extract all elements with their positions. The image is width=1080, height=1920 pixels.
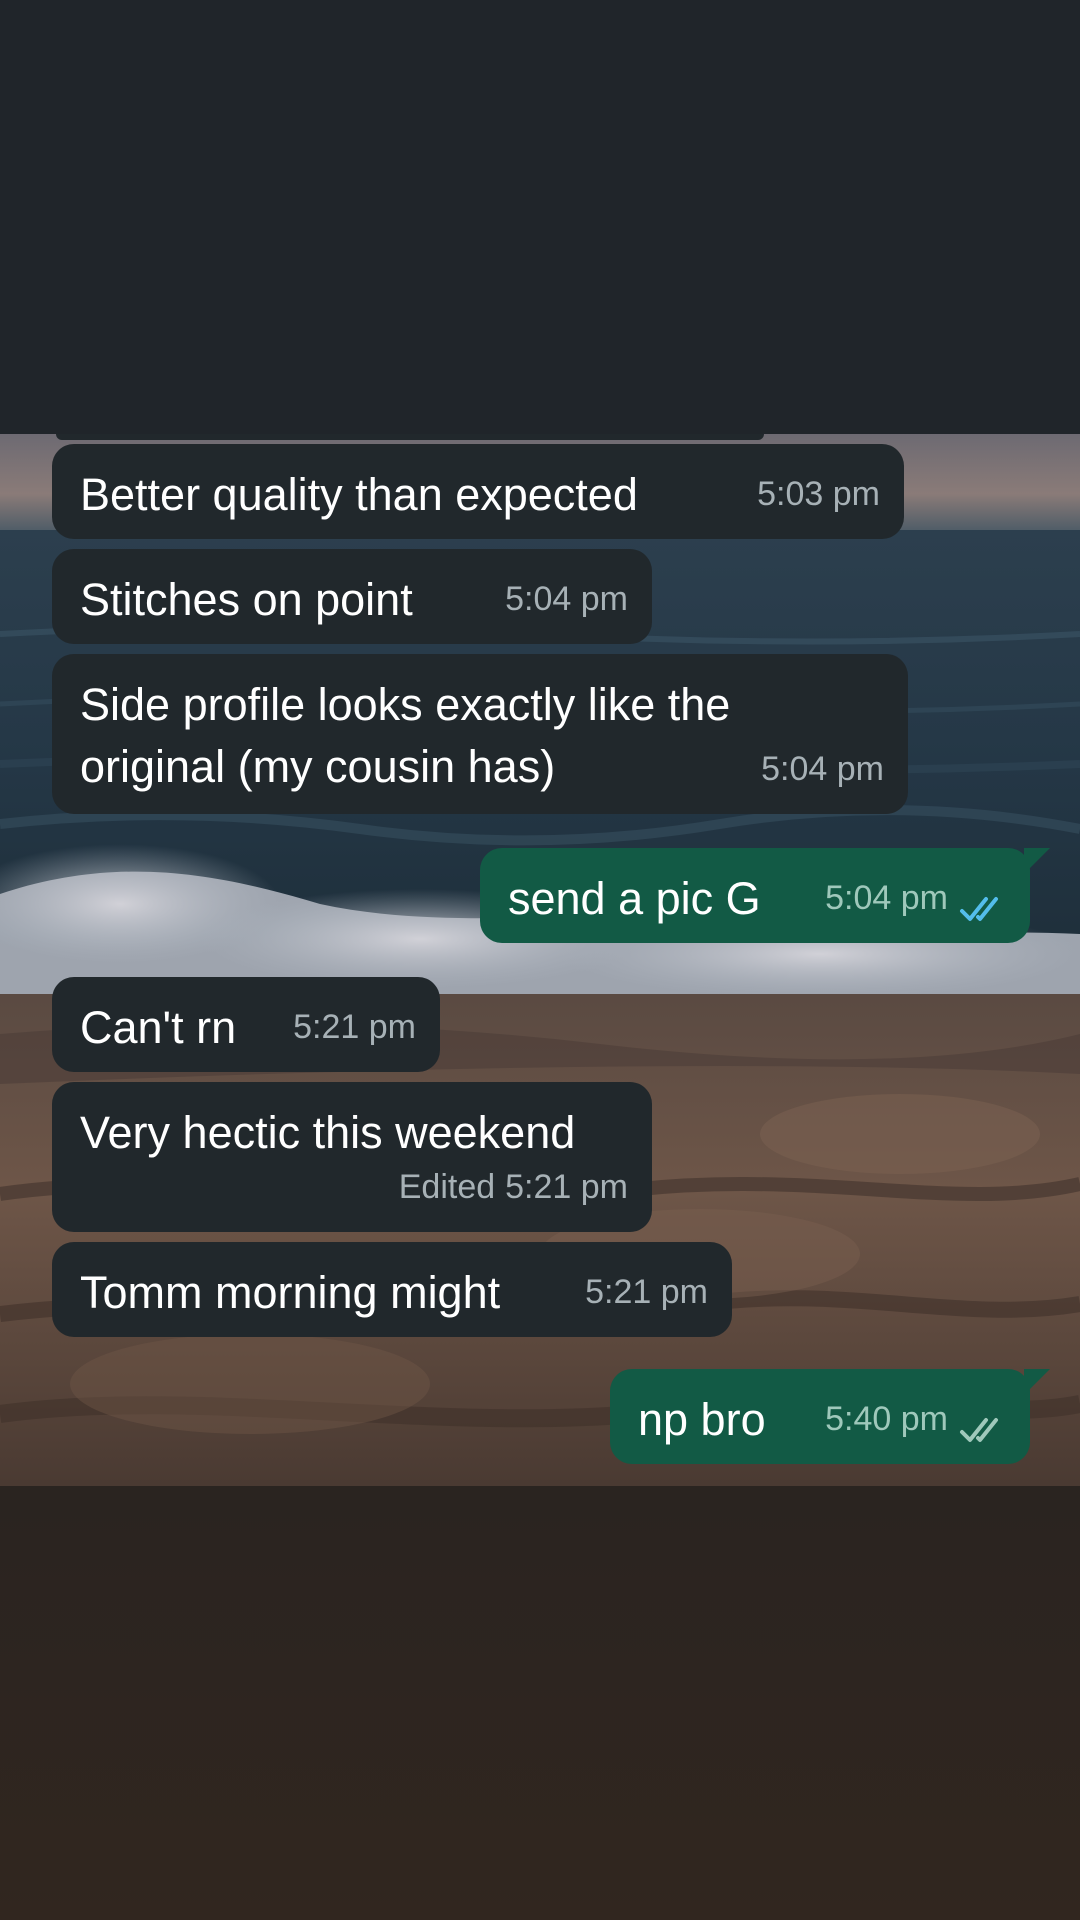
message-meta: 5:04 pm (761, 738, 884, 800)
bottom-dark-area (0, 1486, 1080, 1920)
message-bubble-outgoing[interactable]: send a pic G 5:04 pm (480, 848, 1050, 943)
message-bubble-incoming[interactable]: Stitches on point 5:04 pm (52, 549, 652, 644)
message-bubble-incoming[interactable]: Better quality than expected 5:03 pm (52, 444, 904, 539)
message-time: 5:21 pm (585, 1273, 708, 1311)
message-bubble-incoming[interactable]: Tomm morning might 5:21 pm (52, 1242, 732, 1337)
message-time: 5:04 pm (825, 879, 948, 917)
message-meta: 5:40 pm (825, 1388, 1006, 1450)
message-bubble-incoming[interactable]: Very hectic this weekend Edited 5:21 pm (52, 1082, 652, 1232)
message-time: 5:40 pm (825, 1400, 948, 1438)
message-time: 5:03 pm (757, 475, 880, 513)
message-bubble-incoming[interactable]: Side profile looks exactly like the orig… (52, 654, 908, 814)
top-dark-area (0, 0, 1080, 434)
message-time: 5:04 pm (761, 750, 884, 788)
message-meta: Edited 5:21 pm (399, 1156, 628, 1218)
message-meta: 5:21 pm (293, 996, 416, 1058)
double-check-icon (958, 1404, 1006, 1442)
message-meta: 5:21 pm (585, 1261, 708, 1323)
message-bubble-outgoing[interactable]: np bro 5:40 pm (610, 1369, 1050, 1464)
message-time: 5:04 pm (505, 580, 628, 618)
bubble-tail (1024, 848, 1050, 874)
message-meta: 5:04 pm (505, 568, 628, 630)
message-time: 5:21 pm (293, 1008, 416, 1046)
edited-label: Edited (398, 1168, 496, 1206)
double-check-icon (958, 883, 1006, 921)
chat-message-list: Better quality than expected 5:03 pm Sti… (0, 434, 1080, 1486)
message-meta: 5:04 pm (825, 867, 1006, 929)
bubble-tail (1024, 1369, 1050, 1395)
message-time: 5:21 pm (505, 1168, 628, 1206)
message-bubble-incoming[interactable]: Can't rn 5:21 pm (52, 977, 440, 1072)
previous-message-bubble-edge (56, 434, 764, 440)
message-text: Very hectic this weekend (80, 1107, 576, 1158)
message-meta: 5:03 pm (757, 463, 880, 525)
message-text-line-1: Side profile looks exactly like the (80, 679, 731, 730)
